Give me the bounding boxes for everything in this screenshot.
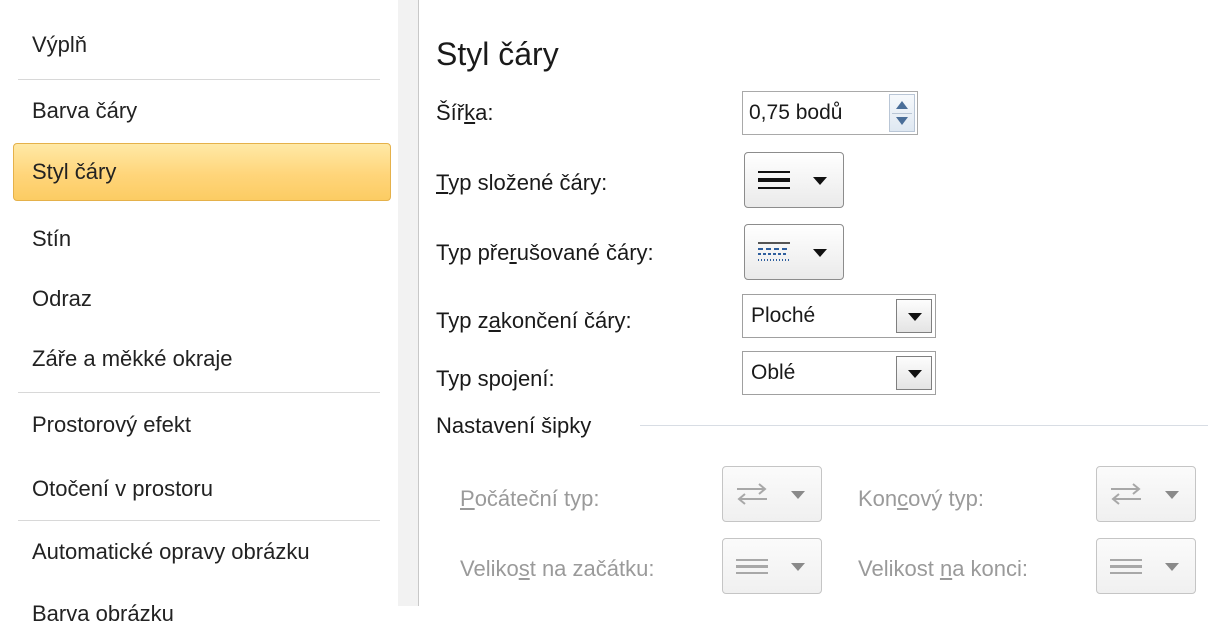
join-type-value: Oblé	[751, 361, 796, 384]
chevron-down-icon	[1165, 491, 1179, 499]
sidebar-item-label: Odraz	[32, 286, 92, 311]
chevron-down-icon	[791, 563, 805, 571]
sidebar-item-glow-soft-edges[interactable]: Záře a měkké okraje	[0, 330, 398, 388]
spin-down-icon[interactable]	[896, 117, 908, 125]
compound-type-label: Typ složené čáry:	[436, 170, 608, 195]
join-type-select[interactable]: Oblé	[742, 351, 936, 395]
chevron-down-icon	[908, 313, 922, 321]
category-list: Výplň Barva čáry Styl čáry Stín Odraz Zá…	[0, 0, 399, 626]
width-value[interactable]: 0,75 bodů	[749, 101, 842, 125]
sidebar-divider	[18, 392, 380, 393]
width-label: Šířka:	[436, 100, 494, 125]
sidebar-item-label: Barva obrázku	[32, 601, 174, 626]
chevron-down-icon	[813, 177, 827, 185]
cap-type-dropdown-button[interactable]	[896, 299, 932, 333]
begin-type-button[interactable]	[722, 466, 822, 522]
cap-type-value: Ploché	[751, 304, 816, 327]
join-type-dropdown-button[interactable]	[896, 356, 932, 390]
end-size-label: Velikost na konci:	[858, 556, 1029, 581]
compound-line-icon	[758, 171, 790, 189]
spin-arrows[interactable]	[889, 94, 915, 132]
dash-line-icon	[758, 242, 790, 261]
sidebar-item-label: Prostorový efekt	[32, 412, 191, 437]
dash-type-button[interactable]	[744, 224, 844, 280]
arrow-size-icon	[736, 559, 768, 574]
begin-size-label: Velikost na začátku:	[460, 556, 655, 581]
sidebar-item-label: Otočení v prostoru	[32, 476, 213, 501]
chevron-down-icon	[908, 370, 922, 378]
chevron-down-icon	[813, 249, 827, 257]
compound-type-button[interactable]	[744, 152, 844, 208]
end-size-button[interactable]	[1096, 538, 1196, 594]
spin-divider	[892, 113, 912, 114]
width-spinner[interactable]: 0,75 bodů	[742, 91, 918, 135]
join-type-label: Typ spojení:	[436, 366, 555, 391]
sidebar-item-label: Záře a měkké okraje	[32, 346, 233, 371]
spin-up-icon[interactable]	[896, 101, 908, 109]
begin-type-label: Počáteční typ:	[460, 486, 600, 511]
chevron-down-icon	[1165, 563, 1179, 571]
end-type-label: Koncový typ:	[858, 486, 984, 511]
dash-type-label: Typ přerušované čáry:	[436, 240, 654, 265]
sidebar-item-picture-color[interactable]: Barva obrázku	[0, 585, 398, 643]
arrow-type-icon	[1111, 483, 1141, 505]
page-title: Styl čáry	[436, 36, 559, 72]
cap-type-select[interactable]: Ploché	[742, 294, 936, 338]
begin-size-button[interactable]	[722, 538, 822, 594]
end-type-button[interactable]	[1096, 466, 1196, 522]
arrow-settings-heading: Nastavení šipky	[436, 413, 592, 438]
cap-type-label: Typ zakončení čáry:	[436, 308, 632, 333]
sidebar-item-label: Barva čáry	[32, 98, 138, 123]
arrow-type-icon	[737, 483, 767, 505]
sidebar-item-label: Výplň	[32, 32, 88, 57]
panel-gutter	[398, 0, 418, 606]
sidebar-item-line-color[interactable]: Barva čáry	[0, 82, 398, 140]
sidebar-divider	[18, 79, 380, 80]
sidebar-item-label: Styl čáry	[32, 159, 117, 184]
sidebar-item-label: Stín	[32, 226, 72, 251]
sidebar-divider	[18, 520, 380, 521]
sidebar-item-fill[interactable]: Výplň	[0, 16, 398, 74]
sidebar-item-picture-corrections[interactable]: Automatické opravy obrázku	[0, 523, 398, 581]
sidebar-item-line-style[interactable]: Styl čáry	[13, 143, 391, 201]
sidebar-item-reflection[interactable]: Odraz	[0, 270, 398, 328]
sidebar-item-3d-rotation[interactable]: Otočení v prostoru	[0, 460, 398, 518]
arrow-size-icon	[1110, 559, 1142, 574]
sidebar-item-3d-format[interactable]: Prostorový efekt	[0, 396, 398, 454]
sidebar-item-shadow[interactable]: Stín	[0, 210, 398, 268]
group-divider	[640, 425, 1208, 426]
sidebar-item-label: Automatické opravy obrázku	[32, 539, 310, 564]
chevron-down-icon	[791, 491, 805, 499]
